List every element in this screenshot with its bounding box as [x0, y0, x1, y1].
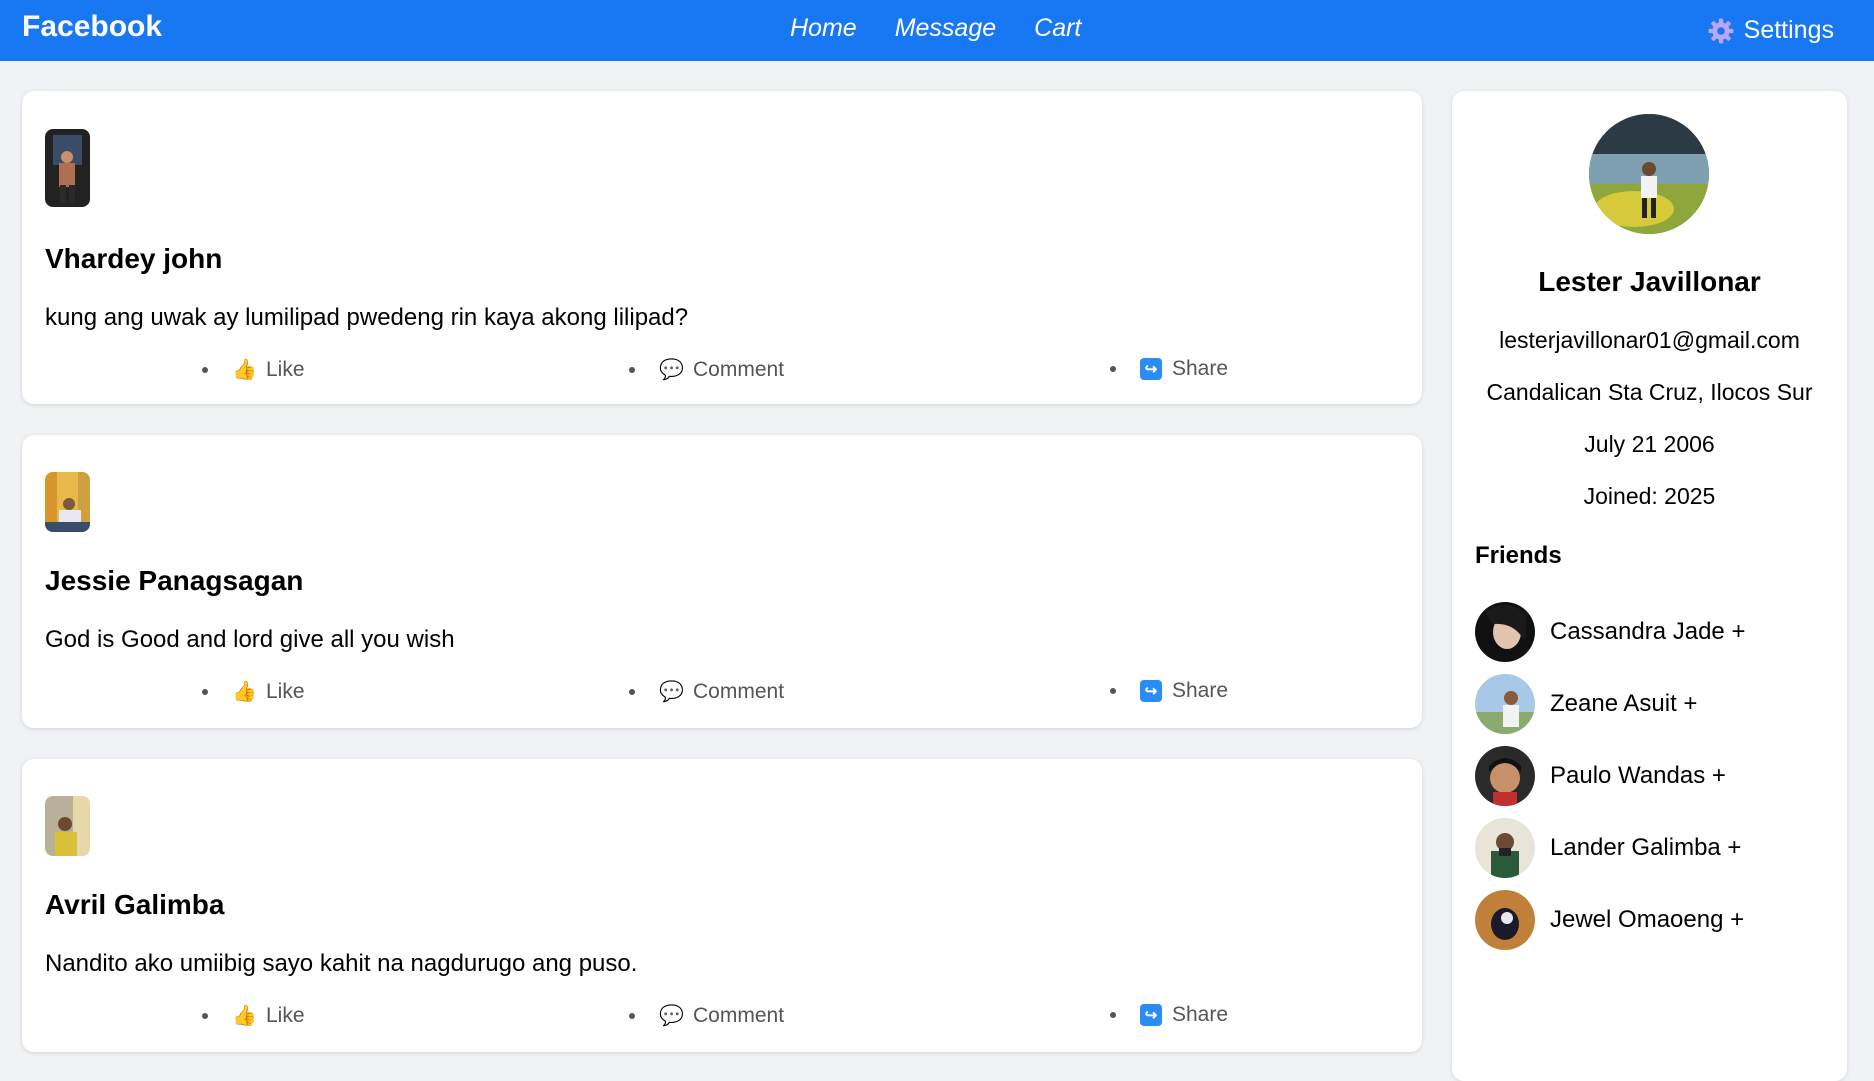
- post-card: Avril Galimba Nandito ako umiibig sayo k…: [22, 759, 1422, 1052]
- comment-label: Comment: [693, 357, 785, 381]
- friend-item[interactable]: Lander Galimba +: [1475, 818, 1741, 878]
- profile-address: Candalican Sta Cruz, Ilocos Sur: [1486, 379, 1813, 405]
- share-button[interactable]: ↪ Share: [1110, 679, 1228, 703]
- profile-birthday: July 21 2006: [1584, 431, 1715, 457]
- friend-avatar: [1475, 674, 1535, 734]
- bullet-dot: [202, 366, 208, 373]
- friend-avatar: [1475, 890, 1535, 950]
- bullet-dot: [202, 1012, 208, 1019]
- speech-bubble-icon: 💬: [659, 681, 684, 703]
- post-actions: 👍 Like 💬 Comment ↪ Share: [22, 357, 1422, 387]
- friends-heading: Friends: [1475, 542, 1562, 569]
- bullet-dot: [629, 688, 635, 695]
- bullet-dot: [202, 688, 208, 695]
- post-card: Vhardey john kung ang uwak ay lumilipad …: [22, 91, 1422, 404]
- brand-logo[interactable]: Facebook: [22, 10, 162, 44]
- like-button[interactable]: 👍 Like: [202, 679, 305, 704]
- nav-home[interactable]: Home: [790, 14, 857, 43]
- speech-bubble-icon: 💬: [659, 359, 684, 381]
- top-navbar: Facebook Home Message Cart Settings: [0, 0, 1874, 61]
- post-actions: 👍 Like 💬 Comment ↪ Share: [22, 1003, 1422, 1033]
- friend-avatar: [1475, 602, 1535, 662]
- like-label: Like: [266, 1003, 305, 1027]
- settings-label: Settings: [1743, 16, 1834, 44]
- share-icon: ↪: [1140, 680, 1162, 702]
- share-label: Share: [1172, 357, 1229, 380]
- post-author-avatar[interactable]: [45, 472, 90, 532]
- comment-button[interactable]: 💬 Comment: [629, 679, 784, 704]
- profile-email: lesterjavillonar01@gmail.com: [1499, 327, 1800, 353]
- comment-button[interactable]: 💬 Comment: [629, 357, 784, 382]
- like-label: Like: [266, 357, 305, 381]
- post-author-name[interactable]: Vhardey john: [45, 243, 222, 275]
- bullet-dot: [629, 366, 635, 373]
- friend-name: Lander Galimba +: [1550, 834, 1742, 861]
- profile-sidebar: Lester Javillonar lesterjavillonar01@gma…: [1452, 91, 1847, 1081]
- comment-label: Comment: [693, 679, 785, 703]
- comment-button[interactable]: 💬 Comment: [629, 1003, 784, 1028]
- post-content: Nandito ako umiibig sayo kahit na nagdur…: [45, 950, 638, 977]
- bullet-dot: [1110, 688, 1116, 694]
- post-author-avatar[interactable]: [45, 129, 90, 207]
- friend-avatar: [1475, 818, 1535, 878]
- bullet-dot: [1110, 366, 1116, 372]
- post-actions: 👍 Like 💬 Comment ↪ Share: [22, 679, 1422, 709]
- nav-cart[interactable]: Cart: [1034, 14, 1081, 43]
- bullet-dot: [1110, 1012, 1116, 1018]
- friend-name: Zeane Asuit +: [1550, 690, 1698, 717]
- post-author-name[interactable]: Jessie Panagsagan: [45, 565, 303, 597]
- profile-avatar[interactable]: [1589, 114, 1709, 234]
- friend-item[interactable]: Cassandra Jade +: [1475, 602, 1745, 662]
- post-content: kung ang uwak ay lumilipad pwedeng rin k…: [45, 304, 689, 331]
- post-content: God is Good and lord give all you wish: [45, 626, 455, 653]
- friend-name: Paulo Wandas +: [1550, 762, 1726, 789]
- share-icon: ↪: [1140, 1004, 1162, 1026]
- share-button[interactable]: ↪ Share: [1110, 357, 1228, 381]
- like-label: Like: [266, 679, 305, 703]
- speech-bubble-icon: 💬: [659, 1005, 684, 1027]
- comment-label: Comment: [693, 1003, 785, 1027]
- profile-joined: Joined: 2025: [1583, 483, 1716, 509]
- friend-avatar: [1475, 746, 1535, 806]
- friend-name: Jewel Omaoeng +: [1550, 906, 1745, 933]
- share-icon: ↪: [1140, 358, 1162, 380]
- settings-button[interactable]: Settings: [1708, 16, 1834, 45]
- thumbs-up-icon: 👍: [232, 681, 257, 703]
- friend-item[interactable]: Paulo Wandas +: [1475, 746, 1726, 806]
- friend-item[interactable]: Jewel Omaoeng +: [1475, 890, 1744, 950]
- gear-icon: [1708, 18, 1734, 43]
- thumbs-up-icon: 👍: [232, 359, 257, 381]
- nav-message[interactable]: Message: [895, 14, 996, 43]
- post-author-name[interactable]: Avril Galimba: [45, 889, 224, 921]
- post-author-avatar[interactable]: [45, 796, 90, 856]
- like-button[interactable]: 👍 Like: [202, 357, 305, 382]
- friend-name: Cassandra Jade +: [1550, 618, 1746, 645]
- like-button[interactable]: 👍 Like: [202, 1003, 305, 1028]
- bullet-dot: [629, 1012, 635, 1019]
- share-label: Share: [1172, 1003, 1229, 1026]
- share-button[interactable]: ↪ Share: [1110, 1003, 1228, 1027]
- profile-name: Lester Javillonar: [1538, 266, 1761, 297]
- friend-item[interactable]: Zeane Asuit +: [1475, 674, 1697, 734]
- thumbs-up-icon: 👍: [232, 1005, 257, 1027]
- share-label: Share: [1172, 679, 1229, 702]
- post-card: Jessie Panagsagan God is Good and lord g…: [22, 435, 1422, 728]
- main-nav: Home Message Cart: [790, 14, 1081, 43]
